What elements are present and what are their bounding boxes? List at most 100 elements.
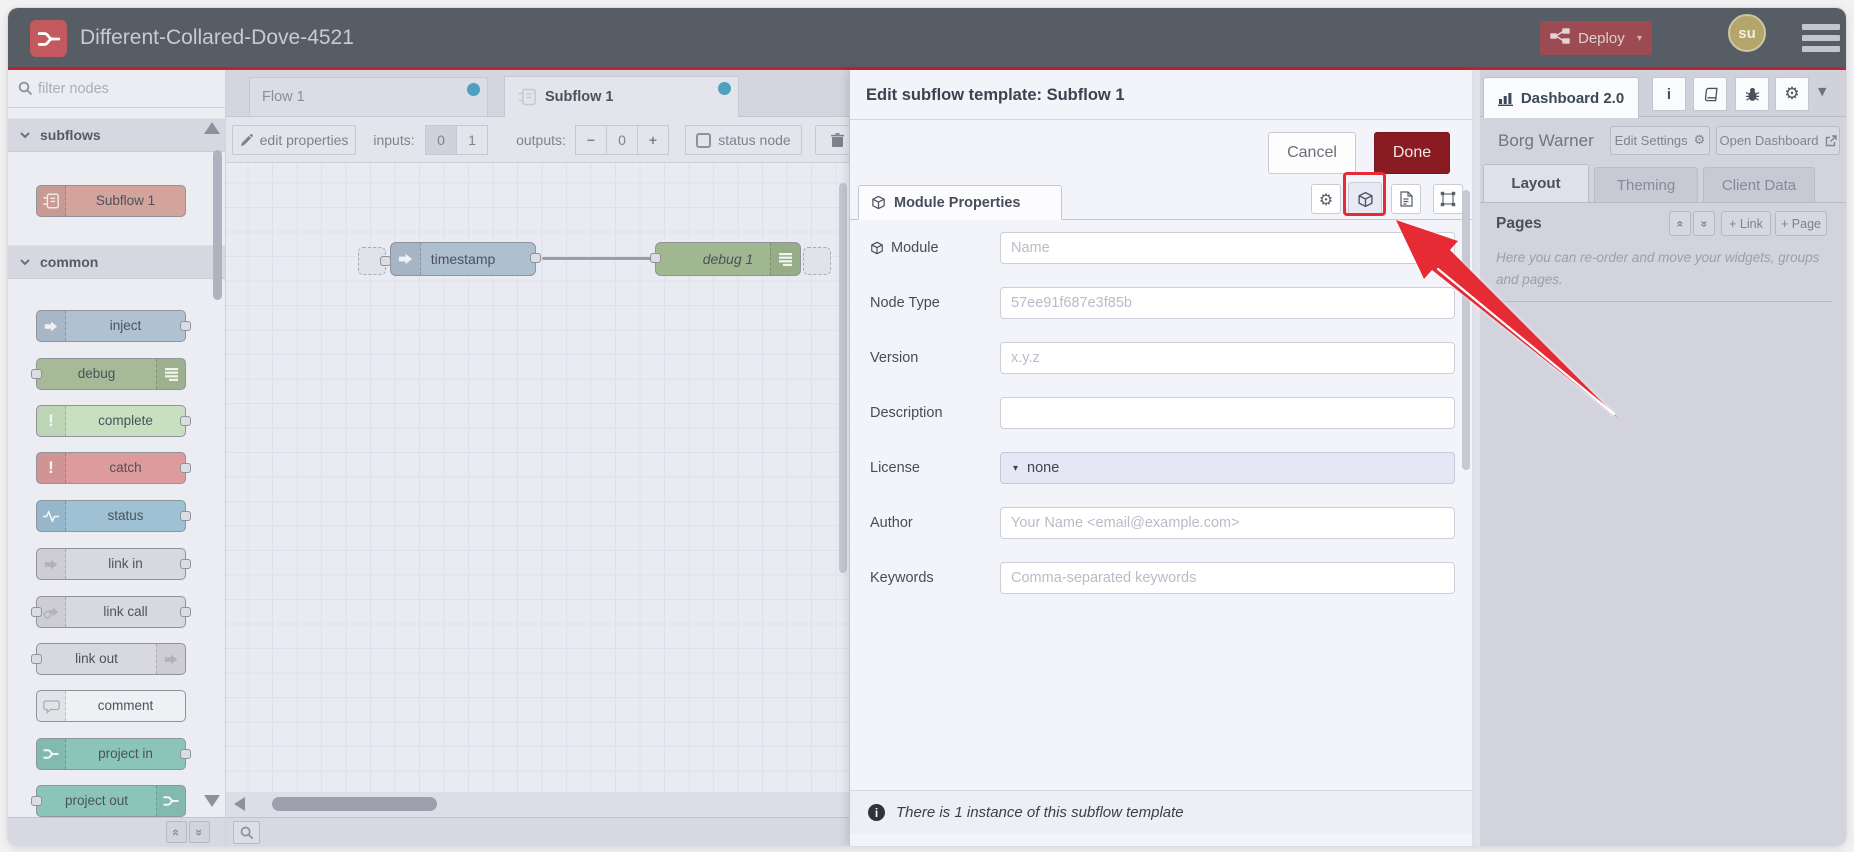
info-sidebar-button[interactable]: i	[1652, 77, 1686, 111]
cancel-button[interactable]: Cancel	[1268, 132, 1356, 174]
collapse-all-button[interactable]: «	[166, 821, 187, 843]
canvas-horizontal-scrollbar[interactable]	[226, 792, 849, 817]
sidebar-tabrow: Dashboard 2.0 i ⚙ ▼	[1480, 70, 1846, 118]
palette-scrollbar[interactable]	[213, 150, 222, 300]
search-icon	[240, 826, 253, 839]
chevron-down-icon	[20, 259, 30, 266]
tab-theming[interactable]: Theming	[1594, 167, 1698, 202]
palette-scroll-up-arrow[interactable]	[204, 122, 220, 134]
status-node-checkbox[interactable]	[696, 132, 712, 148]
palette-node-project-in[interactable]: project in	[36, 738, 191, 770]
tab-layout[interactable]: Layout	[1483, 164, 1589, 202]
flow-canvas[interactable]: timestamp debug 1	[226, 163, 849, 792]
palette-node-complete[interactable]: ! complete	[36, 405, 191, 437]
sidebar-more-caret[interactable]: ▼	[1818, 85, 1826, 98]
add-page-button[interactable]: + Page	[1775, 211, 1827, 236]
tab-client-data[interactable]: Client Data	[1703, 167, 1815, 202]
edit-properties-button[interactable]: edit properties	[232, 125, 356, 155]
node-palette: subflows Subflow 1 common	[8, 70, 226, 846]
edit-properties-tab-button[interactable]: ⚙	[1311, 184, 1341, 214]
comment-icon	[37, 691, 66, 721]
scroll-left-arrow[interactable]	[234, 797, 245, 811]
main-menu-button[interactable]	[1802, 24, 1840, 52]
deploy-button[interactable]: Deploy ▾	[1540, 21, 1652, 55]
category-subflows[interactable]: subflows	[8, 118, 225, 152]
palette-node-link-call[interactable]: link call	[31, 596, 191, 628]
palette-node-debug[interactable]: debug	[31, 358, 186, 390]
delete-subflow-button[interactable]	[815, 125, 849, 155]
link-out-icon	[156, 644, 185, 674]
outputs-count: 0	[606, 125, 638, 155]
annotation-arrow	[1396, 220, 1618, 418]
node-output-port[interactable]	[530, 253, 541, 263]
tab-dashboard-2[interactable]: Dashboard 2.0	[1483, 77, 1639, 118]
palette-scroll-down-arrow[interactable]	[204, 795, 220, 807]
tab-flow-1[interactable]: Flow 1	[249, 77, 488, 117]
license-field-label: License	[870, 460, 920, 476]
canvas-node-debug-1[interactable]: debug 1	[650, 242, 801, 276]
deploy-options-caret[interactable]: ▾	[1637, 33, 1642, 44]
outputs-label: outputs:	[516, 132, 566, 148]
palette-node-link-out[interactable]: link out	[31, 643, 186, 675]
chevron-down-icon: ▾	[1013, 462, 1019, 474]
inputs-0-option[interactable]: 0	[425, 125, 457, 155]
inputs-label: inputs:	[373, 132, 415, 148]
bug-icon	[1745, 87, 1759, 101]
debug-sidebar-button[interactable]	[1735, 77, 1769, 111]
description-field-label: Description	[870, 405, 943, 421]
move-up-button[interactable]: «	[1669, 211, 1691, 236]
keywords-input[interactable]	[1000, 562, 1455, 594]
help-sidebar-button[interactable]	[1693, 77, 1727, 111]
catch-icon: !	[37, 453, 66, 483]
node-type-field-label: Node Type	[870, 295, 940, 311]
palette-node-inject[interactable]: inject	[36, 310, 191, 342]
edit-settings-button[interactable]: Edit Settings ⚙	[1610, 126, 1710, 155]
filter-nodes-input[interactable]	[38, 70, 218, 107]
license-select[interactable]: ▾ none	[1000, 452, 1455, 484]
palette-node-status[interactable]: status	[36, 500, 191, 532]
node-port	[31, 607, 42, 617]
outputs-decrease-button[interactable]: −	[575, 125, 607, 155]
config-nodes-button[interactable]: ⚙	[1775, 77, 1809, 111]
canvas-node-timestamp[interactable]: timestamp	[390, 242, 541, 276]
status-icon	[37, 501, 66, 531]
open-dashboard-button[interactable]: Open Dashboard	[1716, 126, 1840, 155]
node-input-port[interactable]	[650, 253, 661, 263]
book-icon	[1704, 87, 1718, 101]
unsaved-changes-dot	[467, 83, 480, 96]
category-common[interactable]: common	[8, 245, 225, 279]
palette-node-catch[interactable]: ! catch	[36, 452, 191, 484]
inputs-1-option[interactable]: 1	[456, 125, 488, 155]
author-input[interactable]	[1000, 507, 1455, 539]
palette-node-subflow-1[interactable]: Subflow 1	[36, 185, 186, 217]
move-down-button[interactable]: »	[1693, 211, 1715, 236]
tab-module-properties[interactable]: Module Properties	[858, 185, 1062, 220]
expand-all-button[interactable]: »	[189, 821, 210, 843]
header-bar: Different-Collared-Dove-4521 Deploy ▾ su	[8, 8, 1846, 70]
trash-icon	[831, 132, 844, 147]
cube-icon	[872, 195, 885, 210]
node-port	[180, 559, 191, 569]
palette-node-project-out[interactable]: project out	[31, 785, 186, 817]
dashboard-subtabs: Layout Theming Client Data	[1480, 164, 1846, 203]
hscroll-thumb[interactable]	[272, 797, 437, 811]
add-link-button[interactable]: + Link	[1721, 211, 1771, 236]
tab-subflow-1[interactable]: Subflow 1	[504, 76, 739, 117]
subflow-output-node[interactable]	[803, 247, 831, 275]
complete-icon: !	[37, 406, 66, 436]
done-button[interactable]: Done	[1374, 132, 1450, 174]
palette-node-link-in[interactable]: link in	[36, 548, 191, 580]
zoom-search-button[interactable]	[233, 821, 260, 844]
node-port	[180, 463, 191, 473]
chevron-down-icon	[20, 132, 30, 139]
canvas-vertical-scrollbar[interactable]	[839, 183, 847, 573]
version-field-label: Version	[870, 350, 919, 366]
status-node-toggle[interactable]: status node	[685, 125, 802, 155]
tray-title: Edit subflow template: Subflow 1	[850, 70, 1472, 120]
outputs-increase-button[interactable]: +	[637, 125, 669, 155]
palette-node-comment[interactable]: comment	[36, 690, 186, 722]
subflow-input-node[interactable]	[358, 247, 391, 275]
project-in-icon	[37, 739, 66, 769]
node-port	[31, 654, 42, 664]
user-avatar[interactable]: su	[1728, 14, 1766, 52]
